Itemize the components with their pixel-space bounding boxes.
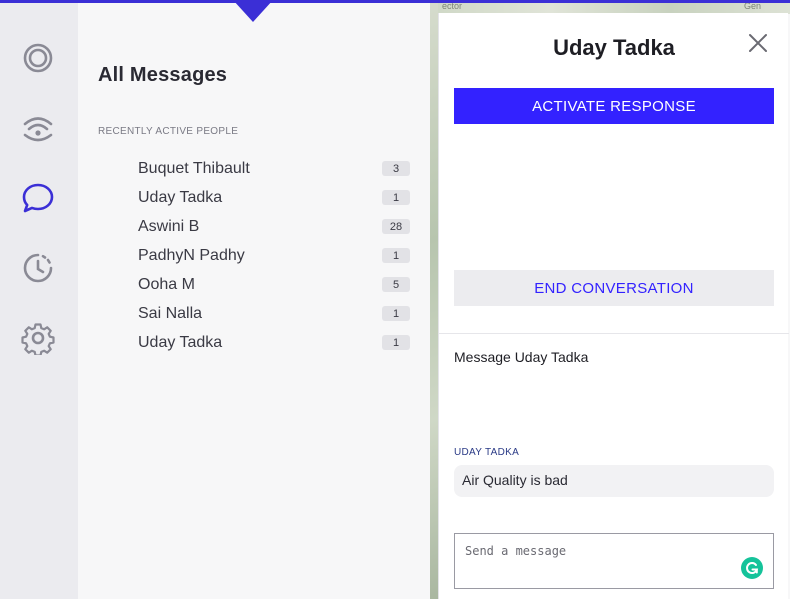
person-name: Ooha M (138, 275, 195, 293)
list-item[interactable]: Uday Tadka 1 (138, 328, 410, 357)
target-icon (23, 43, 53, 73)
person-name: Uday Tadka (138, 333, 223, 351)
history-icon (23, 253, 53, 283)
unread-count-badge: 3 (382, 161, 410, 176)
person-name: Sai Nalla (138, 304, 203, 322)
close-icon (749, 34, 767, 52)
close-button[interactable] (746, 31, 770, 55)
recent-people-label: RECENTLY ACTIVE PEOPLE (98, 126, 239, 137)
top-accent-bar (0, 0, 790, 3)
people-list: Buquet Thibault 3 Uday Tadka 1 Aswini B 28 Pad… (138, 154, 410, 357)
list-item[interactable]: Buquet Thibault 3 (138, 154, 410, 183)
unread-count-badge: 1 (382, 335, 410, 350)
person-name: Aswini B (138, 217, 200, 235)
list-item[interactable]: PadhyN Padhy 1 (138, 241, 410, 270)
gear-icon (21, 323, 55, 355)
activate-response-button[interactable]: ACTIVATE RESPONSE (454, 88, 774, 124)
rail-button-history[interactable] (18, 248, 58, 288)
list-item[interactable]: Aswini B 28 (138, 212, 410, 241)
map-background-strip (430, 0, 438, 599)
unread-count-badge: 5 (382, 277, 410, 292)
message-composer (454, 533, 774, 589)
rail-button-settings[interactable] (18, 318, 58, 358)
divider (439, 333, 789, 334)
icon-rail (0, 0, 78, 599)
unread-count-badge: 28 (382, 219, 410, 234)
grammar-assistant-icon[interactable] (741, 557, 763, 579)
messages-title: All Messages (98, 64, 228, 86)
grammar-g-icon (746, 562, 759, 574)
unread-count-badge: 1 (382, 306, 410, 321)
conversation-title: Uday Tadka (553, 35, 675, 60)
unread-count-badge: 1 (382, 248, 410, 263)
active-indicator-notch (233, 0, 273, 22)
person-name: PadhyN Padhy (138, 246, 245, 264)
end-conversation-button[interactable]: END CONVERSATION (454, 270, 774, 306)
rail-button-broadcast[interactable] (18, 108, 58, 148)
rail-button-target[interactable] (18, 38, 58, 78)
conversation-panel: Uday Tadka ACTIVATE RESPONSE END CONVERS… (438, 13, 789, 599)
rail-button-chat[interactable] (18, 178, 58, 218)
list-item[interactable]: Ooha M 5 (138, 270, 410, 299)
messages-panel: All Messages RECENTLY ACTIVE PEOPLE Buqu… (78, 0, 430, 599)
person-name: Buquet Thibault (138, 159, 250, 177)
chat-icon (22, 183, 54, 213)
message-input[interactable] (455, 534, 773, 588)
list-item[interactable]: Sai Nalla 1 (138, 299, 410, 328)
sender-label: UDAY TADKA (454, 447, 520, 458)
message-heading: Message Uday Tadka (454, 349, 589, 365)
person-name: Uday Tadka (138, 188, 223, 206)
list-item[interactable]: Uday Tadka 1 (138, 183, 410, 212)
message-bubble: Air Quality is bad (454, 465, 774, 497)
unread-count-badge: 1 (382, 190, 410, 205)
broadcast-icon (23, 117, 53, 142)
